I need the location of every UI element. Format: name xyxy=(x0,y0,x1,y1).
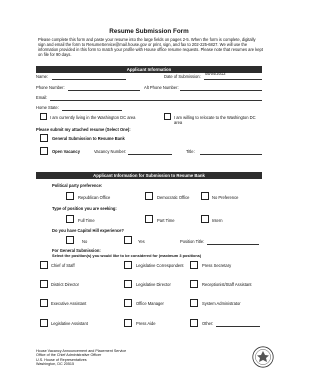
receptionist-label: Receptionist/Staff Assistant xyxy=(202,282,252,287)
capitol-no-checkbox[interactable] xyxy=(66,236,74,244)
legislative-assistant-label: Legislative Assistant xyxy=(51,321,88,326)
capitol-yes-checkbox[interactable] xyxy=(124,236,132,244)
house-seal-icon xyxy=(252,346,274,368)
system-administrator-label: System Administrator xyxy=(202,301,241,306)
home-state-label: Home State: xyxy=(36,105,59,110)
party-republican-checkbox[interactable] xyxy=(66,192,74,200)
general-submission-label: General Submission to Resume Bank xyxy=(52,136,125,141)
position-type-label: Type of position you are seeking: xyxy=(52,206,117,211)
press-secretary-label: Press Secretary xyxy=(202,263,232,268)
relocate-label: I am willing to relocate to the Washingt… xyxy=(174,115,256,120)
party-democratic-label: Democratic Office xyxy=(157,195,190,200)
relocate-checkbox[interactable] xyxy=(164,113,171,120)
executive-assistant-label: Executive Assistant xyxy=(51,301,87,306)
vacancy-title-label: Title: xyxy=(186,149,195,154)
legislative-assistant-checkbox[interactable] xyxy=(40,319,48,327)
other-position-label: Other: xyxy=(202,321,214,326)
legislative-correspondent-label: Legislative Correspondent xyxy=(136,263,184,268)
receptionist-checkbox[interactable] xyxy=(190,280,198,288)
legislative-correspondent-checkbox[interactable] xyxy=(124,261,132,269)
vacancy-number-label: Vacancy Number: xyxy=(94,149,127,154)
press-aide-label: Press Aide xyxy=(136,321,156,326)
part-time-checkbox[interactable] xyxy=(145,215,153,223)
open-vacancy-label: Open Vacancy xyxy=(52,149,80,154)
party-no-preference-checkbox[interactable] xyxy=(201,192,209,200)
party-republican-label: Republican Office xyxy=(78,195,111,200)
system-administrator-checkbox[interactable] xyxy=(190,299,198,307)
district-director-checkbox[interactable] xyxy=(40,280,48,288)
alt-phone-label: Alt Phone Number: xyxy=(144,85,179,90)
vacancy-title-field[interactable] xyxy=(200,154,262,155)
footer-line-4: Washington, DC 20515 xyxy=(36,362,74,367)
dc-area-checkbox[interactable] xyxy=(40,113,47,120)
capitol-yes-label: Yes xyxy=(138,239,145,244)
part-time-label: Part Time xyxy=(157,218,175,223)
office-manager-checkbox[interactable] xyxy=(124,299,132,307)
press-secretary-checkbox[interactable] xyxy=(190,261,198,269)
phone-field[interactable] xyxy=(68,90,140,91)
phone-label: Phone Number: xyxy=(36,85,65,90)
applicant-section-header: Applicant Information xyxy=(36,66,262,73)
email-field[interactable] xyxy=(50,100,262,101)
intern-checkbox[interactable] xyxy=(201,215,209,223)
alt-phone-field[interactable] xyxy=(180,90,262,91)
position-title-field[interactable] xyxy=(207,244,259,245)
full-time-checkbox[interactable] xyxy=(66,215,74,223)
date-value[interactable]: 05/04/2012 xyxy=(205,71,226,76)
date-field[interactable] xyxy=(204,79,262,80)
legislative-director-checkbox[interactable] xyxy=(124,280,132,288)
office-manager-label: Office Manager xyxy=(136,301,164,306)
open-vacancy-checkbox[interactable] xyxy=(40,147,48,155)
footer-address: House Vacancy Announcement and Placement… xyxy=(36,349,126,367)
executive-assistant-checkbox[interactable] xyxy=(40,299,48,307)
name-field[interactable] xyxy=(52,79,126,80)
intern-label: Intern xyxy=(212,218,223,223)
position-title-label: Position Title: xyxy=(180,239,205,244)
positions-select-label: Select the position(s) you would like to… xyxy=(52,253,202,258)
district-director-label: District Director xyxy=(51,282,79,287)
vacancy-number-field[interactable] xyxy=(128,154,172,155)
party-no-preference-label: No Preference xyxy=(212,195,239,200)
relocate-label-cont: area xyxy=(174,120,183,125)
other-position-field[interactable] xyxy=(216,326,260,327)
legislative-director-label: Legislative Director xyxy=(136,282,171,287)
submission-question: Please submit my attached resume (Select… xyxy=(36,127,131,132)
capitol-no-label: No xyxy=(82,239,88,244)
chief-of-staff-checkbox[interactable] xyxy=(40,261,48,269)
press-aide-checkbox[interactable] xyxy=(124,319,132,327)
chief-of-staff-label: Chief of Staff xyxy=(51,263,75,268)
party-democratic-checkbox[interactable] xyxy=(145,192,153,200)
form-intro: Please complete this form and paste your… xyxy=(38,37,263,57)
capitol-hill-label: Do you have Capitol Hill experience? xyxy=(52,228,124,233)
other-position-checkbox[interactable] xyxy=(190,319,198,327)
email-label: Email: xyxy=(36,95,48,100)
party-label: Political party preference: xyxy=(52,183,103,188)
home-state-field[interactable] xyxy=(62,110,122,111)
dc-area-label: I am currently living in the Washington … xyxy=(50,115,136,120)
resume-bank-section-header: Applicant Information for Submission to … xyxy=(36,172,262,179)
full-time-label: Full Time xyxy=(78,218,95,223)
date-label: Date of Submission: xyxy=(164,74,201,79)
general-submission-checkbox[interactable] xyxy=(40,134,48,142)
form-title: Resume Submission Form xyxy=(109,28,189,35)
name-label: Name: xyxy=(36,74,49,79)
